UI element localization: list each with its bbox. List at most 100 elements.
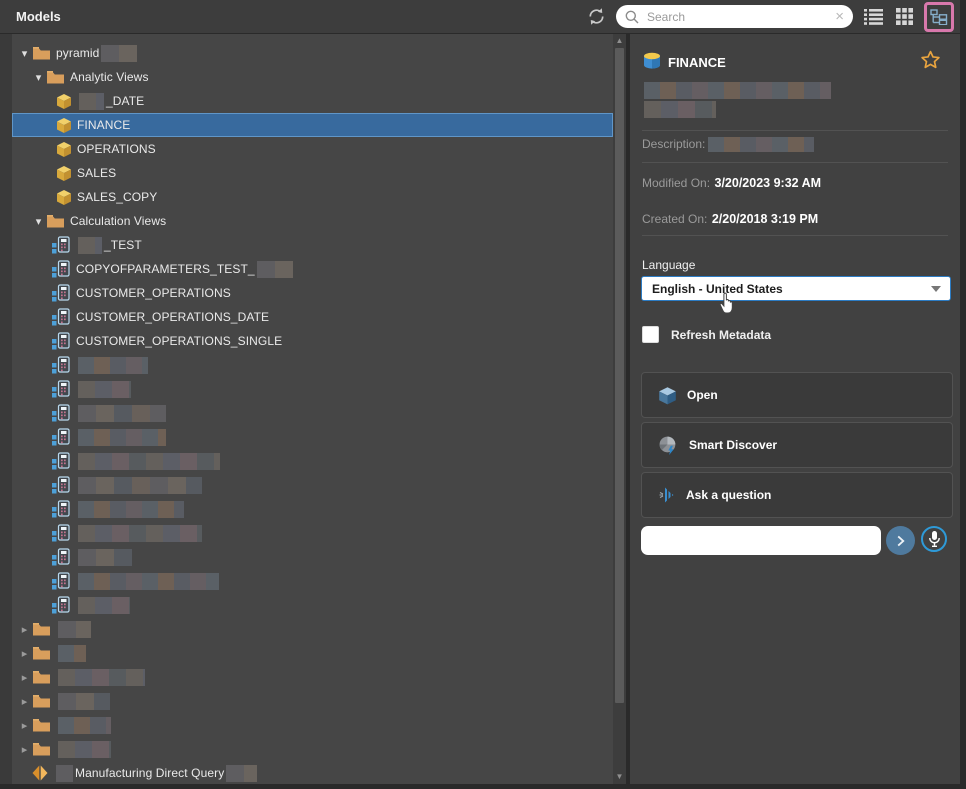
expand-arrow-icon[interactable]: ▸ (18, 743, 31, 756)
search-box[interactable]: × (616, 5, 853, 28)
modified-row: Modified On: 3/20/2023 9:32 AM (642, 174, 821, 192)
tree-row-sales[interactable]: SALES (12, 161, 613, 185)
scroll-up-icon[interactable]: ▲ (613, 36, 626, 46)
refresh-metadata-checkbox-row[interactable]: Refresh Metadata (642, 326, 771, 343)
redacted-text (58, 693, 110, 710)
tree-row-redacted[interactable] (12, 377, 613, 401)
redacted-text (78, 525, 202, 542)
redacted-text (78, 597, 130, 614)
ask-question-icon (658, 486, 676, 504)
tree-scrollbar[interactable]: ▲ ▼ (613, 34, 626, 784)
tree-row-customer-operations[interactable]: CUSTOMER_OPERATIONS (12, 281, 613, 305)
tree-row-finance[interactable]: FINANCE (12, 113, 613, 137)
calculation-view-icon (52, 500, 70, 518)
tree-row-pyramid[interactable]: ▾pyramid (12, 41, 613, 65)
tree-item-label: Manufacturing Direct Query (75, 766, 224, 780)
scrollbar-thumb[interactable] (615, 48, 624, 703)
expand-arrow-icon[interactable]: ▸ (18, 671, 31, 684)
tree-row-redacted[interactable] (12, 593, 613, 617)
tree-row-redacted[interactable] (12, 521, 613, 545)
open-button[interactable]: Open (641, 372, 953, 418)
tree-row-redacted[interactable] (12, 473, 613, 497)
title-bar: Models × (0, 0, 966, 34)
tree-item-label: CUSTOMER_OPERATIONS_SINGLE (76, 334, 282, 348)
refresh-metadata-label: Refresh Metadata (671, 328, 771, 342)
scroll-down-icon[interactable]: ▼ (613, 772, 626, 782)
model-cube-icon (642, 51, 662, 75)
ask-question-button-label: Ask a question (686, 488, 771, 502)
tree-row-redacted[interactable]: ▸ (12, 713, 613, 737)
collapse-arrow-icon[interactable]: ▾ (18, 47, 31, 60)
expand-arrow-icon[interactable]: ▸ (18, 695, 31, 708)
tree-item-label: OPERATIONS (77, 142, 156, 156)
redacted-text (79, 93, 104, 110)
search-input[interactable] (645, 9, 835, 25)
window-bottom-edge (0, 784, 966, 789)
tree-row-customer-operations-date[interactable]: CUSTOMER_OPERATIONS_DATE (12, 305, 613, 329)
microphone-button[interactable] (921, 526, 947, 552)
redacted-text (78, 237, 102, 254)
tree-row-copyofparameters-test[interactable]: COPYOFPARAMETERS_TEST_ (12, 257, 613, 281)
details-view-icon[interactable] (924, 2, 954, 32)
tree-row-operations[interactable]: OPERATIONS (12, 137, 613, 161)
smart-discover-icon (658, 435, 679, 456)
tree-row-redacted[interactable] (12, 545, 613, 569)
calculation-view-icon (52, 428, 70, 446)
tree-row-redacted[interactable] (12, 569, 613, 593)
folder-icon (47, 70, 64, 84)
modified-value: 3/20/2023 9:32 AM (715, 176, 822, 190)
list-view-icon[interactable] (862, 6, 884, 28)
tree-row-redacted[interactable]: ▸ (12, 737, 613, 761)
grid-view-icon[interactable] (893, 6, 915, 28)
tree-row-redacted[interactable]: ▸ (12, 665, 613, 689)
toolbar: × (586, 2, 954, 32)
refresh-metadata-checkbox[interactable] (642, 326, 659, 343)
clear-search-icon[interactable]: × (835, 9, 844, 24)
created-row: Created On: 2/20/2018 3:19 PM (642, 210, 818, 228)
expand-arrow-icon[interactable]: ▸ (18, 719, 31, 732)
search-icon (625, 10, 639, 24)
smart-discover-button-label: Smart Discover (689, 438, 777, 452)
tree-item-label: _TEST (104, 238, 142, 252)
ask-a-question-button[interactable]: Ask a question (641, 472, 953, 518)
tree-row-date[interactable]: _DATE (12, 89, 613, 113)
language-dropdown[interactable]: English - United States (641, 276, 951, 301)
expand-arrow-icon[interactable]: ▸ (18, 647, 31, 660)
created-label: Created On: (642, 212, 707, 226)
favorite-star-icon[interactable] (920, 50, 941, 75)
tree-row-redacted[interactable] (12, 497, 613, 521)
tree-row-redacted[interactable] (12, 353, 613, 377)
description-label: Description: (642, 137, 705, 151)
redacted-text (101, 45, 137, 62)
send-question-button[interactable] (886, 526, 915, 555)
folder-icon (33, 718, 50, 732)
tree-row-redacted[interactable] (12, 401, 613, 425)
folder-icon (33, 646, 50, 660)
smart-discover-button[interactable]: Smart Discover (641, 422, 953, 468)
calculation-view-icon (52, 236, 70, 254)
redacted-text (78, 405, 166, 422)
tree-row-test[interactable]: _TEST (12, 233, 613, 257)
tree-row-calculation-views[interactable]: ▾ Calculation Views (12, 209, 613, 233)
language-label: Language (642, 258, 695, 272)
refresh-icon[interactable] (586, 6, 607, 27)
analytic-view-cube-icon (57, 190, 71, 205)
redacted-text (58, 645, 86, 662)
collapse-arrow-icon[interactable]: ▾ (32, 71, 45, 84)
tree-row-customer-operations-single[interactable]: CUSTOMER_OPERATIONS_SINGLE (12, 329, 613, 353)
tree-row-analytic-views[interactable]: ▾Analytic Views (12, 65, 613, 89)
folder-icon (33, 670, 50, 684)
tree-row-redacted[interactable]: ▸ (12, 641, 613, 665)
tree-row-manufacturing-direct-query[interactable]: Manufacturing Direct Query (12, 761, 613, 784)
open-button-label: Open (687, 388, 718, 402)
tree-row-redacted[interactable] (12, 449, 613, 473)
tree-row-redacted[interactable] (12, 425, 613, 449)
tree-row-redacted[interactable]: ▸ (12, 617, 613, 641)
collapse-arrow-icon[interactable]: ▾ (32, 215, 45, 228)
tree-row-redacted[interactable]: ▸ (12, 689, 613, 713)
tree-item-label: Calculation Views (70, 214, 166, 228)
expand-arrow-icon[interactable]: ▸ (18, 623, 31, 636)
calculation-view-icon (52, 284, 70, 302)
question-input[interactable] (641, 526, 881, 555)
tree-row-sales-copy[interactable]: SALES_COPY (12, 185, 613, 209)
